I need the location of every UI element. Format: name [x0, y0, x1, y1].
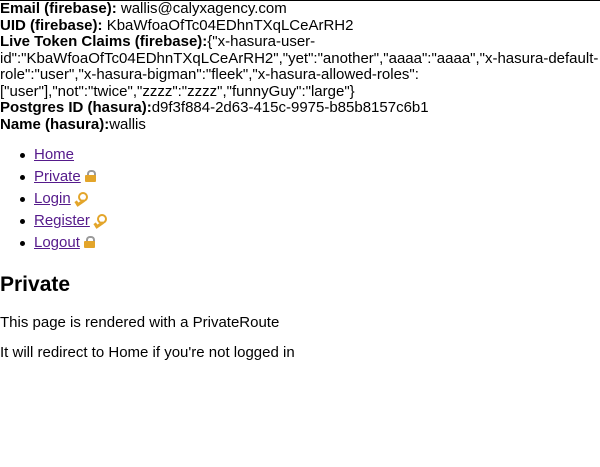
- private-link-label: Private: [34, 168, 81, 185]
- nav-item-home: Home: [20, 144, 600, 166]
- nav-item-login: Login: [20, 188, 600, 210]
- uid-value: KbaWfoaOfTc04EDhnTXqLCeArRH2: [102, 16, 354, 34]
- nav-item-private: Private: [20, 166, 600, 188]
- lock-icon: [83, 236, 95, 248]
- user-info: Email (firebase): wallis@calyxagency.com…: [0, 0, 600, 134]
- register-link-label: Register: [34, 212, 90, 229]
- postgres-value: d9f3f884-2d63-415c-9975-b85b8157c6b1: [151, 99, 429, 116]
- postgres-label: Postgres ID (hasura):: [0, 99, 152, 116]
- private-link[interactable]: Private: [34, 168, 96, 185]
- nav-item-logout: Logout: [20, 232, 600, 254]
- key-icon: [93, 214, 107, 229]
- uid-row: UID (firebase): KbaWfoaOfTc04EDhnTXqLCeA…: [0, 16, 600, 35]
- name-row: Name (hasura):wallis: [0, 115, 600, 134]
- name-label: Name (hasura):: [0, 115, 110, 133]
- redirect-note-paragraph: It will redirect to Home if you're not l…: [0, 344, 295, 361]
- login-link[interactable]: Login: [34, 190, 88, 207]
- logout-link-label: Logout: [34, 234, 80, 251]
- page-title: Private: [0, 273, 71, 296]
- email-label: Email (firebase):: [0, 0, 117, 17]
- nav-list: Home Private Login Register Logout: [0, 144, 600, 254]
- claims-label: Live Token Claims (firebase):: [0, 33, 208, 50]
- lock-icon: [84, 170, 96, 182]
- nav-item-register: Register: [20, 210, 600, 232]
- logout-link[interactable]: Logout: [34, 234, 95, 251]
- login-link-label: Login: [34, 190, 71, 207]
- claims-row: Live Token Claims (firebase):{"x-hasura-…: [0, 33, 600, 100]
- home-link[interactable]: Home: [34, 146, 74, 163]
- email-row: Email (firebase): wallis@calyxagency.com: [0, 0, 600, 18]
- name-value: wallis: [109, 115, 146, 133]
- description-paragraph: This page is rendered with a PrivateRout…: [0, 314, 280, 331]
- postgres-row: Postgres ID (hasura):d9f3f884-2d63-415c-…: [0, 99, 600, 117]
- register-link[interactable]: Register: [34, 212, 107, 229]
- key-icon: [74, 192, 88, 207]
- email-value: wallis@calyxagency.com: [116, 0, 287, 17]
- uid-label: UID (firebase):: [0, 16, 103, 34]
